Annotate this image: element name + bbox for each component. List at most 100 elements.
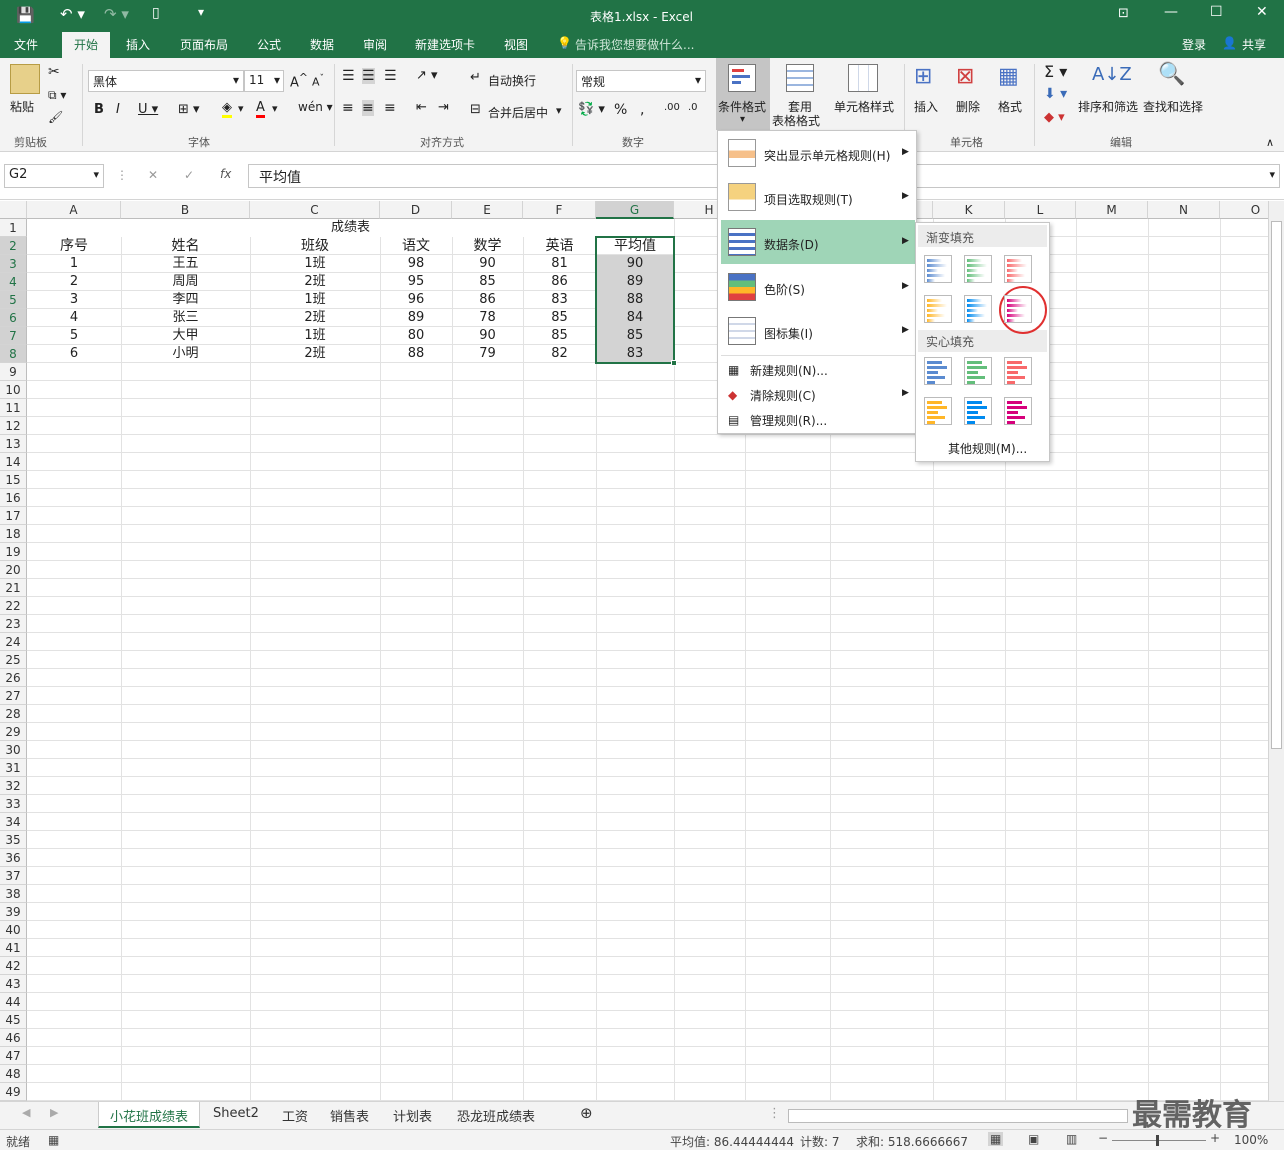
data-cell[interactable]: 2班 [250, 273, 380, 291]
column-header[interactable]: O [1220, 201, 1268, 219]
tab-data[interactable]: 数据 [310, 36, 334, 53]
solid-data-bar-option[interactable] [924, 397, 952, 425]
row-header[interactable]: 17 [0, 507, 27, 525]
data-cell[interactable]: 小明 [121, 345, 250, 363]
select-all-corner[interactable] [0, 201, 27, 219]
data-cell[interactable]: 82 [523, 345, 596, 363]
data-cell[interactable]: 1 [27, 255, 121, 273]
row-header[interactable]: 47 [0, 1047, 27, 1065]
row-header[interactable]: 30 [0, 741, 27, 759]
row-header[interactable]: 14 [0, 453, 27, 471]
page-layout-view-icon[interactable]: ▣ [1028, 1132, 1039, 1146]
column-header[interactable]: D [380, 201, 452, 219]
row-header[interactable]: 2 [0, 237, 27, 255]
conditional-formatting-dropdown-icon[interactable]: ▾ [740, 114, 745, 125]
align-right-icon[interactable]: ≡ [384, 100, 396, 116]
column-header[interactable]: L [1005, 201, 1076, 219]
column-header[interactable]: M [1076, 201, 1148, 219]
bold-icon[interactable]: B [94, 102, 104, 117]
row-header[interactable]: 23 [0, 615, 27, 633]
column-header[interactable]: G [596, 201, 674, 219]
data-cell[interactable]: 4 [27, 309, 121, 327]
sort-filter-icon[interactable]: A↓Z [1092, 64, 1132, 85]
sheet-tab-3[interactable]: 工资 [282, 1106, 308, 1125]
data-cell[interactable]: 80 [380, 327, 452, 345]
data-cell[interactable]: 王五 [121, 255, 250, 273]
decrease-decimal-icon[interactable]: .0 [688, 102, 698, 113]
sheet-tab-6[interactable]: 恐龙班成绩表 [457, 1106, 535, 1125]
data-cell[interactable]: 90 [452, 255, 523, 273]
percent-icon[interactable]: % [614, 102, 627, 118]
menu-top-bottom-rules[interactable]: 项目选取规则(T) [764, 191, 853, 208]
font-size-select[interactable]: 11 ▾ [244, 70, 284, 92]
collapse-ribbon-icon[interactable]: ∧ [1266, 136, 1274, 149]
paste-button[interactable]: 粘贴 [10, 98, 34, 115]
row-header[interactable]: 4 [0, 273, 27, 291]
row-header[interactable]: 12 [0, 417, 27, 435]
row-header[interactable]: 6 [0, 309, 27, 327]
tab-review[interactable]: 审阅 [363, 36, 387, 53]
zoom-out-icon[interactable]: − [1098, 1131, 1108, 1145]
row-header[interactable]: 10 [0, 381, 27, 399]
row-header[interactable]: 25 [0, 651, 27, 669]
gradient-data-bar-option[interactable] [1004, 295, 1032, 323]
menu-highlight-rules[interactable]: 突出显示单元格规则(H) [764, 147, 890, 164]
comma-icon[interactable]: , [640, 102, 644, 118]
row-header[interactable]: 11 [0, 399, 27, 417]
scroll-left-icon[interactable]: ◀ [22, 1106, 30, 1119]
sheet-title-cell[interactable]: 成绩表 [27, 219, 674, 237]
solid-data-bar-option[interactable] [964, 397, 992, 425]
zoom-slider[interactable] [1112, 1140, 1206, 1141]
row-header[interactable]: 27 [0, 687, 27, 705]
row-header[interactable]: 19 [0, 543, 27, 561]
row-header[interactable]: 44 [0, 993, 27, 1011]
vertical-scrollbar[interactable] [1268, 201, 1284, 1101]
fill-color-icon[interactable]: ◈ [222, 100, 232, 118]
data-cell[interactable]: 85 [523, 309, 596, 327]
row-header[interactable]: 35 [0, 831, 27, 849]
conditional-formatting-icon[interactable] [728, 64, 756, 92]
tab-view[interactable]: 视图 [504, 36, 528, 53]
gradient-data-bar-option[interactable] [964, 295, 992, 323]
row-header[interactable]: 21 [0, 579, 27, 597]
data-cell[interactable]: 90 [452, 327, 523, 345]
tab-home[interactable]: 开始 [62, 32, 111, 58]
data-cell[interactable]: 85 [523, 327, 596, 345]
align-top-icon[interactable]: ☰ [342, 68, 355, 84]
normal-view-icon[interactable]: ▦ [988, 1132, 1004, 1146]
scroll-right-icon[interactable]: ▶ [50, 1106, 58, 1119]
wrap-text-icon[interactable]: ↵ [470, 70, 481, 85]
close-icon[interactable]: ✕ [1256, 4, 1268, 20]
merge-dropdown-icon[interactable]: ▾ [556, 104, 562, 117]
row-header[interactable]: 7 [0, 327, 27, 345]
row-header[interactable]: 15 [0, 471, 27, 489]
row-header[interactable]: 39 [0, 903, 27, 921]
data-cell[interactable]: 95 [380, 273, 452, 291]
macro-record-icon[interactable]: ▦ [48, 1133, 59, 1147]
row-header[interactable]: 43 [0, 975, 27, 993]
data-cell[interactable]: 85 [452, 273, 523, 291]
row-header[interactable]: 22 [0, 597, 27, 615]
delete-cells-icon[interactable]: ⊠ [956, 64, 974, 89]
ribbon-display-icon[interactable]: ⊡ [1118, 6, 1129, 21]
cell-styles-icon[interactable] [848, 64, 878, 92]
menu-data-bars[interactable]: 数据条(D) [764, 236, 819, 253]
zoom-in-icon[interactable]: + [1210, 1131, 1220, 1145]
horizontal-scrollbar[interactable] [788, 1109, 1128, 1123]
data-cell[interactable]: 86 [523, 273, 596, 291]
border-icon[interactable]: ⊞ ▾ [178, 102, 200, 117]
data-cell[interactable]: 3 [27, 291, 121, 309]
data-cell[interactable]: 周周 [121, 273, 250, 291]
minimize-icon[interactable]: — [1164, 4, 1178, 20]
insert-cells-icon[interactable]: ⊞ [914, 64, 932, 89]
data-cell[interactable]: 6 [27, 345, 121, 363]
worksheet-grid[interactable]: ABCDEFGHIJKLMNO1234567891011121314151617… [0, 201, 1268, 1101]
solid-data-bar-option[interactable] [1004, 397, 1032, 425]
data-cell[interactable]: 1班 [250, 255, 380, 273]
tab-split-icon[interactable]: ⋮ [768, 1106, 781, 1121]
underline-icon[interactable]: U ▾ [138, 102, 158, 117]
increase-indent-icon[interactable]: ⇥ [438, 100, 449, 115]
increase-decimal-icon[interactable]: .00 [664, 102, 680, 113]
menu-color-scales[interactable]: 色阶(S) [764, 281, 805, 298]
font-name-select[interactable]: 黑体 ▾ [88, 70, 244, 92]
